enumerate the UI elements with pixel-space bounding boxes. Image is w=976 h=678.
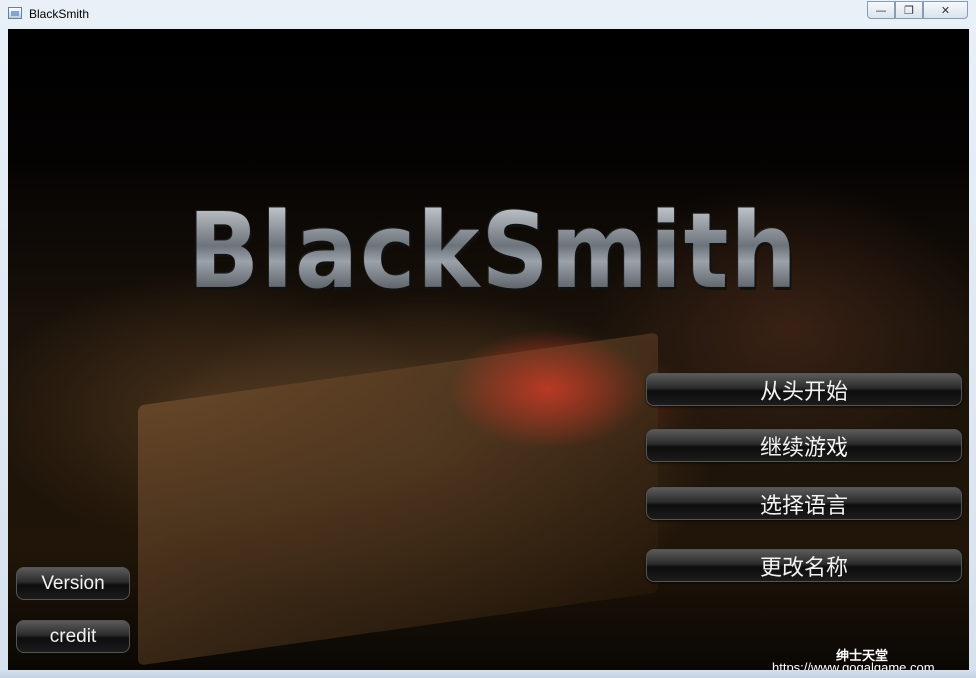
new-game-button[interactable]: 从头开始 (646, 373, 962, 406)
hot-metal-glow (448, 329, 648, 449)
select-language-button[interactable]: 选择语言 (646, 487, 962, 520)
game-logo: BlackSmith (188, 190, 799, 312)
continue-game-button[interactable]: 继续游戏 (646, 429, 962, 462)
window-title: BlackSmith (29, 7, 90, 21)
title-bar[interactable]: BlackSmith — ❐ ✕ (0, 0, 976, 29)
change-name-button[interactable]: 更改名称 (646, 549, 962, 582)
credit-button[interactable]: credit (16, 620, 130, 653)
window-bottom-border (0, 670, 976, 678)
restore-button[interactable]: ❐ (895, 1, 923, 19)
version-button[interactable]: Version (16, 567, 130, 600)
game-screen[interactable]: BlackSmith 从头开始 继续游戏 选择语言 更改名称 Version c… (8, 29, 969, 670)
minimize-button[interactable]: — (867, 1, 895, 19)
app-window-icon (8, 7, 22, 19)
close-icon: ✕ (940, 3, 951, 17)
restore-icon: ❐ (904, 3, 914, 17)
minimize-icon: — (875, 3, 887, 17)
window-controls: — ❐ ✕ (867, 1, 968, 20)
close-button[interactable]: ✕ (923, 1, 968, 19)
application-window: BlackSmith — ❐ ✕ BlackSmith 从头开始 继续游戏 选择… (0, 0, 976, 678)
